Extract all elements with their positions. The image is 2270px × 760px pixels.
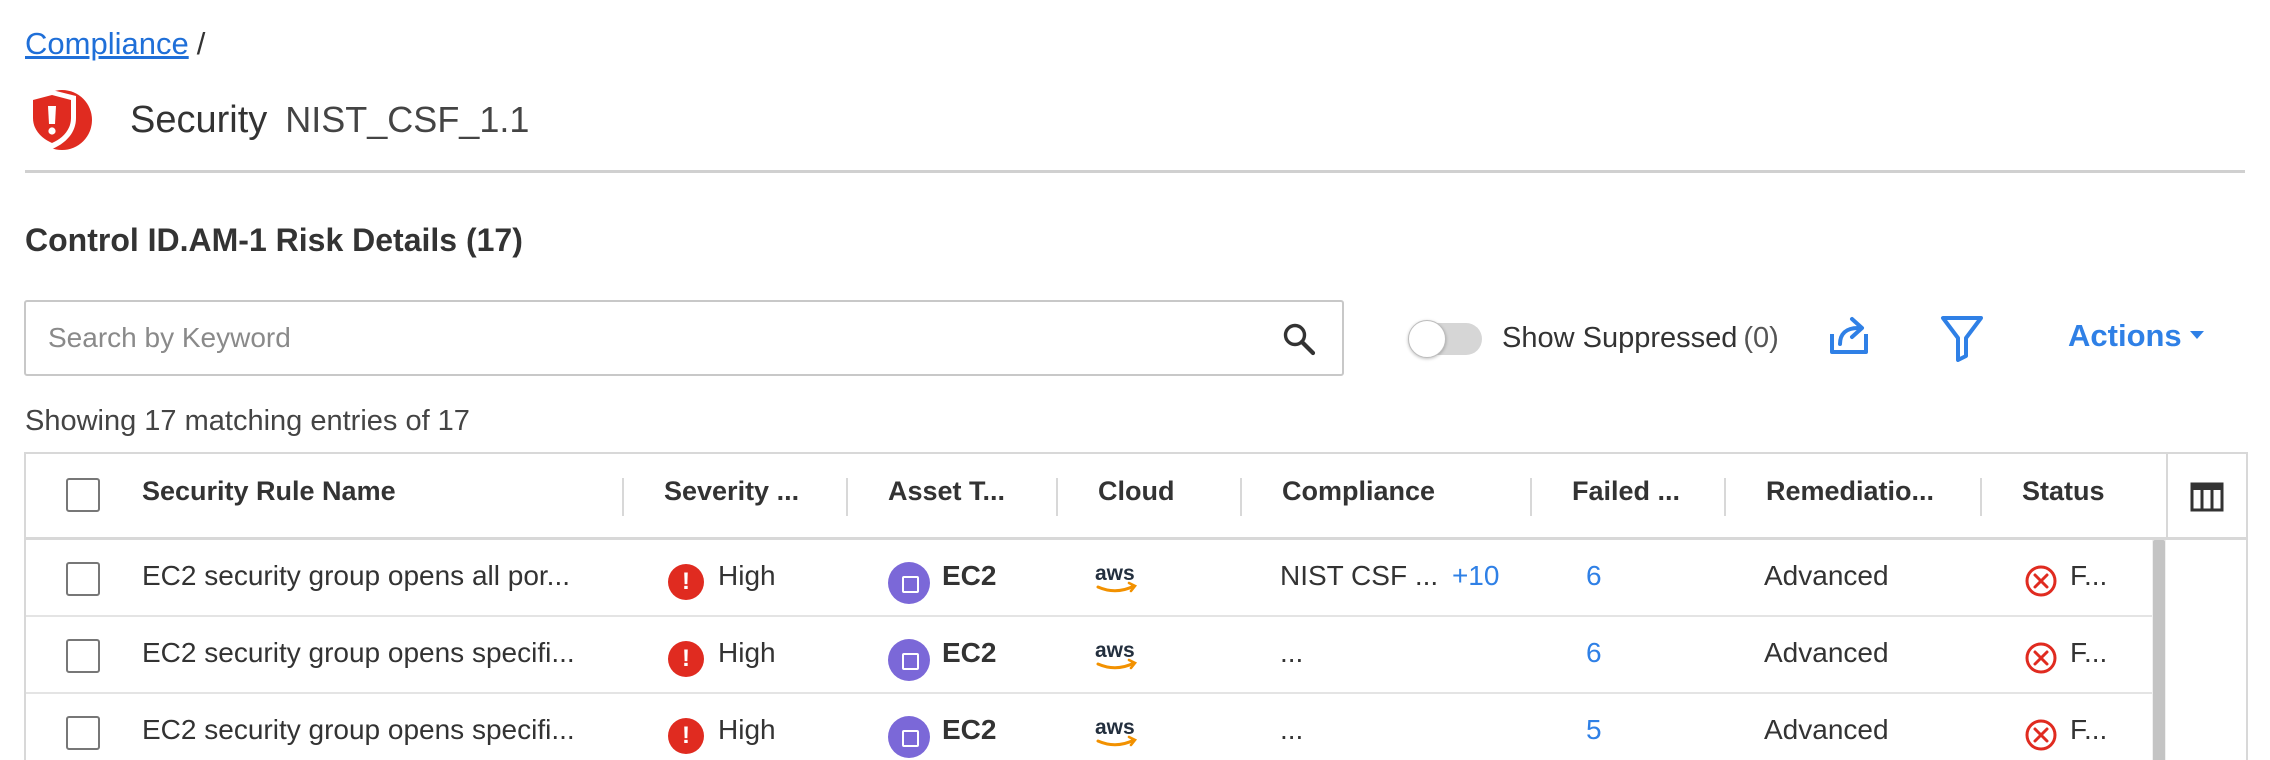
show-suppressed-label: Show Suppressed (0): [1502, 322, 1779, 355]
failed-status-icon: [2025, 565, 2057, 597]
severity-high-icon: !: [668, 641, 704, 677]
table-row[interactable]: EC2 security group opens specifi... ! Hi…: [26, 617, 2152, 694]
table-scrollbar[interactable]: [2152, 540, 2166, 760]
ec2-asset-icon: [888, 716, 930, 758]
severity-high-icon: !: [668, 564, 704, 600]
column-resizer[interactable]: [1240, 478, 1242, 516]
ec2-asset-icon: [888, 562, 930, 604]
svg-text:aws: aws: [1095, 562, 1135, 585]
column-header-asset-type[interactable]: Asset T...: [888, 476, 1005, 507]
compliance-cell: ...: [1280, 714, 1304, 745]
column-header-severity[interactable]: Severity ...: [664, 476, 799, 507]
share-icon[interactable]: [1828, 314, 1870, 356]
status-cell: F...: [2070, 637, 2108, 668]
table-header: Security Rule Name Severity ... Asset T.…: [26, 454, 2246, 540]
column-settings-cell: [2166, 454, 2246, 540]
compliance-cell: NIST CSF ... +10: [1280, 560, 1499, 592]
search-icon[interactable]: [1282, 322, 1316, 356]
failed-count-link[interactable]: 6: [1586, 560, 1602, 592]
status-cell: F...: [2070, 560, 2108, 591]
severity-cell: High: [718, 637, 776, 668]
scrollbar-thumb[interactable]: [2153, 540, 2165, 760]
select-all-checkbox[interactable]: [66, 478, 100, 512]
severity-cell: High: [718, 714, 776, 745]
column-header-compliance[interactable]: Compliance: [1282, 476, 1435, 507]
toggle-knob: [1408, 320, 1446, 358]
failed-status-icon: [2025, 719, 2057, 751]
compliance-cell: ...: [1280, 637, 1304, 668]
column-resizer[interactable]: [1530, 478, 1532, 516]
row-checkbox[interactable]: [66, 716, 100, 750]
svg-text:aws: aws: [1095, 716, 1135, 739]
shield-logo-icon: [28, 90, 92, 150]
asset-type-cell: EC2: [942, 637, 997, 668]
column-header-status[interactable]: Status: [2022, 476, 2105, 507]
section-title: Control ID.AM-1 Risk Details (17): [25, 222, 523, 258]
failed-count-link[interactable]: 5: [1586, 714, 1602, 746]
ec2-asset-icon: [888, 639, 930, 681]
actions-dropdown[interactable]: Actions: [2068, 318, 2204, 354]
columns-icon[interactable]: [2190, 482, 2224, 512]
show-suppressed-toggle[interactable]: [1408, 320, 1482, 358]
breadcrumb-compliance-link[interactable]: Compliance: [25, 26, 189, 61]
search-input[interactable]: [48, 318, 1248, 358]
aws-logo-icon: aws: [1095, 639, 1138, 670]
filter-icon[interactable]: [1940, 314, 1984, 362]
column-header-rule-name[interactable]: Security Rule Name: [142, 476, 396, 507]
app-name: Security: [130, 98, 268, 141]
remediation-cell: Advanced: [1764, 560, 1889, 591]
aws-logo-icon: aws: [1095, 716, 1138, 747]
table-row[interactable]: EC2 security group opens specifi... ! Hi…: [26, 694, 2152, 760]
row-checkbox[interactable]: [66, 562, 100, 596]
asset-type-cell: EC2: [942, 560, 997, 591]
column-header-cloud[interactable]: Cloud: [1098, 476, 1174, 507]
breadcrumb-separator: /: [196, 26, 206, 61]
column-resizer[interactable]: [622, 478, 624, 516]
risk-table: Security Rule Name Severity ... Asset T.…: [24, 452, 2248, 760]
column-resizer[interactable]: [1056, 478, 1058, 516]
column-resizer[interactable]: [1724, 478, 1726, 516]
rule-name-cell[interactable]: EC2 security group opens all por...: [142, 560, 570, 592]
status-cell: F...: [2070, 714, 2108, 745]
rule-name-cell[interactable]: EC2 security group opens specifi...: [142, 714, 575, 746]
page-header: Security NIST_CSF_1.1: [22, 88, 529, 152]
search-box: [24, 300, 1344, 376]
failed-status-icon: [2025, 642, 2057, 674]
framework-name: NIST_CSF_1.1: [285, 99, 530, 140]
failed-count-link[interactable]: 6: [1586, 637, 1602, 669]
remediation-cell: Advanced: [1764, 714, 1889, 745]
compliance-more-link[interactable]: +10: [1452, 560, 1500, 591]
aws-logo-icon: aws: [1095, 562, 1138, 593]
rule-name-cell[interactable]: EC2 security group opens specifi...: [142, 637, 575, 669]
remediation-cell: Advanced: [1764, 637, 1889, 668]
show-suppressed-text: Show Suppressed: [1502, 322, 1738, 354]
header-divider: [25, 170, 2245, 173]
breadcrumb: Compliance /: [25, 26, 205, 62]
entries-count-text: Showing 17 matching entries of 17: [25, 405, 470, 437]
column-resizer[interactable]: [1980, 478, 1982, 516]
severity-high-icon: !: [668, 718, 704, 754]
column-resizer[interactable]: [846, 478, 848, 516]
svg-text:aws: aws: [1095, 639, 1135, 662]
table-row[interactable]: EC2 security group opens all por... ! Hi…: [26, 540, 2152, 617]
show-suppressed-count: (0): [1743, 322, 1779, 354]
compliance-text: NIST CSF ...: [1280, 560, 1439, 591]
severity-cell: High: [718, 560, 776, 591]
chevron-down-icon: [2189, 330, 2204, 339]
row-checkbox[interactable]: [66, 639, 100, 673]
actions-label: Actions: [2068, 318, 2182, 353]
column-header-failed[interactable]: Failed ...: [1572, 476, 1680, 507]
asset-type-cell: EC2: [942, 714, 997, 745]
column-header-remediation[interactable]: Remediatio...: [1766, 476, 1934, 507]
